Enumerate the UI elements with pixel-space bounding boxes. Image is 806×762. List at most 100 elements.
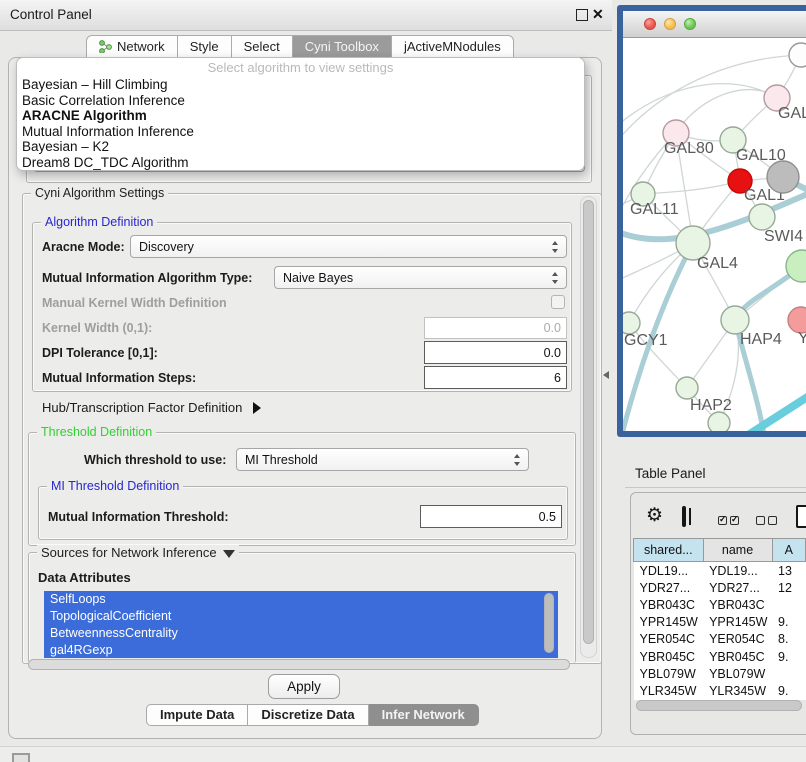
tab-network[interactable]: Network [86,35,178,58]
show-columns-icon[interactable] [718,512,739,530]
aracne-mode-combo[interactable]: Discovery [130,235,567,258]
table-cell: YER054C [634,631,704,648]
table-cell: YDL19... [634,562,704,580]
mi-threshold-value: 0.5 [539,510,556,524]
network-node[interactable] [708,412,730,431]
algorithm-definition-title: Algorithm Definition [41,215,157,229]
algorithm-option[interactable]: Bayesian – K2 [17,139,584,155]
apply-button[interactable]: Apply [268,674,340,699]
threshold-definition-title: Threshold Definition [37,425,156,439]
network-window-titlebar [623,11,806,38]
node-label: GAL [778,105,806,122]
table-cell [772,665,805,682]
mi-threshold-field[interactable]: 0.5 [420,505,562,528]
data-attributes-label: Data Attributes [38,570,131,585]
network-canvas[interactable]: GALGAL80GAL10GAL1GAL11SWI4GAL4GCY1HAP4YH… [623,37,806,431]
algorithm-option[interactable]: Dream8 DC_TDC Algorithm [17,155,584,171]
attribute-item[interactable]: BetweennessCentrality [44,625,558,642]
which-threshold-value: MI Threshold [245,453,318,467]
table-row[interactable]: YER054CYER054C8. [634,631,806,648]
collapsed-arrow-icon [253,402,261,414]
page-icon[interactable] [796,505,806,528]
hide-columns-icon[interactable] [756,512,777,530]
tab-label: jActiveMNodules [404,36,501,57]
table-row[interactable]: YBR045CYBR045C9. [634,648,806,665]
minimize-traffic-icon[interactable] [664,18,676,30]
aracne-mode-label: Aracne Mode: [42,240,125,254]
dock-icon[interactable] [12,753,30,762]
settings-hscrollbar[interactable] [28,659,570,670]
node-label: HAP4 [740,331,782,348]
tab-select[interactable]: Select [232,35,293,58]
attribute-item[interactable]: gal4RGexp [44,642,558,658]
which-threshold-label: Which threshold to use: [84,453,226,467]
bottom-tab-impute-data[interactable]: Impute Data [146,704,248,726]
bottom-tab-discretize-data[interactable]: Discretize Data [248,704,368,726]
apply-button-label: Apply [287,679,321,694]
network-node-hap4[interactable] [721,306,749,334]
table-row[interactable]: YBR043CYBR043C [634,596,806,613]
tab-cyni-toolbox[interactable]: Cyni Toolbox [293,35,392,58]
table-cell: YBL079W [703,665,772,682]
settings-scrollbar[interactable] [580,196,597,658]
bottom-tab-infer-network[interactable]: Infer Network [369,704,479,726]
table-row[interactable]: YPR145WYPR145W9. [634,614,806,631]
manual-kernel-label: Manual Kernel Width Definition [42,296,227,310]
algorithm-option[interactable]: ARACNE Algorithm [17,108,584,124]
column-header-A[interactable]: A [772,539,805,562]
table-row[interactable]: YDR27...YDR27...12 [634,579,806,596]
gear-icon[interactable]: ⚙ [646,506,663,525]
network-node-swi4[interactable] [749,204,775,230]
zoom-traffic-icon[interactable] [684,18,696,30]
table-cell: 9. [772,682,805,699]
mi-type-label: Mutual Information Algorithm Type: [42,271,252,285]
which-threshold-combo[interactable]: MI Threshold [236,448,529,471]
attribute-item[interactable]: SelfLoops [44,591,558,608]
table-row[interactable]: YLR345WYLR345W9. [634,682,806,699]
kernel-width-label: Kernel Width (0,1): [42,321,152,335]
manual-kernel-checkbox[interactable] [551,295,565,309]
node-label: GAL4 [697,255,738,272]
network-node-hap2[interactable] [676,377,698,399]
table-hscrollbar[interactable] [636,700,802,711]
status-bar [0,746,806,762]
stepper-icon [513,454,522,466]
node-label: GCY1 [624,332,668,349]
hub-definition-toggle[interactable]: Hub/Transcription Factor Definition [42,399,261,417]
sources-title[interactable]: Sources for Network Inference [37,545,239,560]
algorithm-option[interactable]: Bayesian – Hill Climbing [17,77,584,93]
cyni-settings-title: Cyni Algorithm Settings [31,186,168,200]
attribute-item[interactable]: TopologicalCoefficient [44,608,558,625]
close-icon[interactable]: ✕ [592,5,604,23]
network-node[interactable] [767,161,799,193]
dpi-tolerance-field[interactable]: 0.0 [424,341,567,364]
expanded-arrow-icon [223,550,235,558]
algorithm-option[interactable]: Mutual Information Inference [17,124,584,140]
column-view-icon[interactable] [682,506,686,527]
table-cell: YLR345W [634,682,704,699]
table-cell: YPR145W [703,614,772,631]
column-header-name[interactable]: name [703,539,772,562]
mi-steps-field[interactable]: 6 [424,366,567,389]
tab-style[interactable]: Style [178,35,232,58]
tab-jactivemnodules[interactable]: jActiveMNodules [392,35,514,58]
table-cell: YBL079W [634,665,704,682]
close-traffic-icon[interactable] [644,18,656,30]
table-panel-title: Table Panel [635,466,706,481]
algorithm-option[interactable]: Basic Correlation Inference [17,93,584,109]
attributes-scrollbar[interactable] [543,592,555,656]
float-window-icon[interactable] [576,9,588,21]
network-node[interactable] [789,43,806,67]
kernel-width-field[interactable]: 0.0 [424,317,567,339]
table-cell [772,596,805,613]
mi-type-combo[interactable]: Naive Bayes [274,266,567,289]
network-node-gcy1[interactable] [623,312,640,334]
data-attributes-list[interactable]: SelfLoopsTopologicalCoefficientBetweenne… [44,591,558,658]
column-header-shared[interactable]: shared... [634,539,704,562]
network-icon [99,40,112,53]
table-row[interactable]: YDL19...YDL19...13 [634,562,806,580]
aracne-mode-value: Discovery [139,240,194,254]
table-cell: YBR045C [634,648,704,665]
splitter-collapse-icon[interactable] [603,371,609,379]
table-row[interactable]: YBL079WYBL079W [634,665,806,682]
